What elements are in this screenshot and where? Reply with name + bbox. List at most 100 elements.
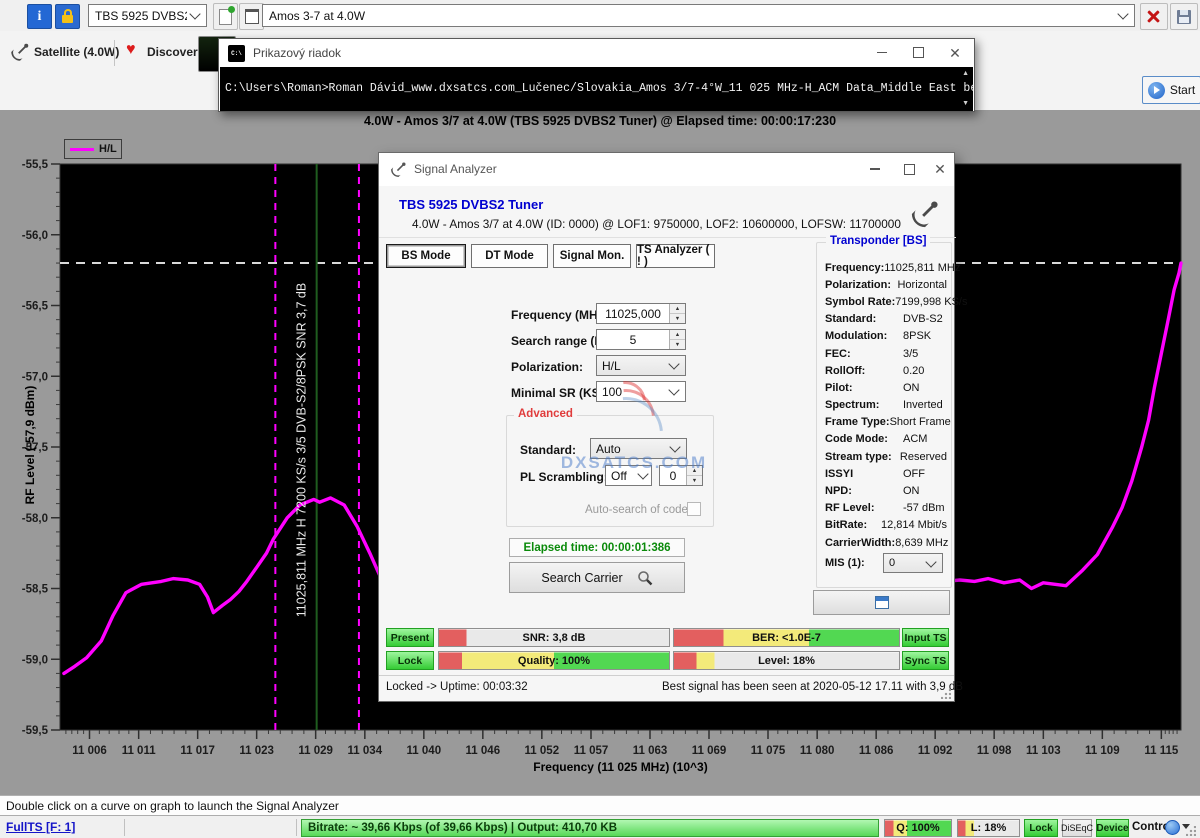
svg-text:11 040: 11 040 [407,745,442,757]
floppy-icon [1177,10,1191,24]
tab-ts-analyzer[interactable]: TS Analyzer ( ! ) [636,244,715,268]
tab-bs-mode[interactable]: BS Mode [386,244,466,268]
window-button[interactable] [239,3,264,30]
input-ts-button[interactable]: Input TS [902,628,949,647]
mis-value: 0 [884,557,923,569]
svg-text:11 052: 11 052 [525,745,560,757]
transponder-row: Code Mode:ACM [825,431,947,448]
svg-text:11 057: 11 057 [574,745,609,757]
channel-combo-value: Amos 3-7 at 4.0W [269,9,1115,23]
record-button[interactable] [813,590,950,615]
divider [379,675,954,676]
mis-select[interactable]: 0 [883,553,943,573]
spinner-arrows-icon[interactable]: ▲▼ [669,330,685,349]
transponder-row: Symbol Rate:7199,998 KS/s [825,293,947,310]
cmd-window-title: Prikazový riadok [253,46,341,60]
snr-bar: SNR: 3,8 dB [438,628,670,647]
search-range-value: 5 [597,333,669,347]
fullts-link[interactable]: FullTS [F: 1] [6,820,75,834]
transponder-title: Transponder [BS] [826,235,930,247]
polarization-select[interactable]: H/L [596,355,686,376]
start-button[interactable]: Start [1142,76,1200,104]
tuner-select[interactable]: TBS 5925 DVBS2 Tuner [88,4,207,27]
close-button[interactable]: ✕ [936,39,974,66]
minimize-button[interactable] [857,153,893,185]
satellite-tab-label[interactable]: Satellite (4.0W) [34,45,119,59]
resize-grip[interactable] [941,689,951,699]
new-document-icon [219,9,232,25]
info-icon[interactable]: i [27,4,52,29]
delete-button[interactable] [1140,3,1168,30]
maximize-button[interactable] [891,153,927,185]
polarization-label: Polarization: [511,360,583,374]
search-carrier-button[interactable]: Search Carrier [509,562,685,593]
quality-mini-text: Q: 100% [896,822,939,834]
cmd-console[interactable]: C:\Users\Roman>Roman Dávid_www.dxsatcs.c… [220,67,973,111]
mis-label: MIS (1): [825,557,865,569]
app-statusbar: FullTS [F: 1] Bitrate: ~ 39,66 Kbps (of … [0,815,1200,838]
search-carrier-label: Search Carrier [541,571,622,585]
svg-text:11 029: 11 029 [298,745,333,757]
dialog-status-right: Best signal has been seen at 2020-05-12 … [662,681,963,693]
input-ts-label: Input TS [905,632,947,644]
svg-text:11 023: 11 023 [239,745,274,757]
svg-text:11 109: 11 109 [1085,745,1120,757]
lock-icon[interactable] [55,4,80,29]
spinner-arrows-icon[interactable]: ▲▼ [669,304,685,323]
elapsed-time-bar: Elapsed time: 00:00:01:386 [509,538,685,557]
autosearch-checkbox[interactable] [687,502,701,516]
dialog-titlebar[interactable]: Signal Analyzer ✕ [379,153,954,186]
resize-grip[interactable] [1186,826,1196,836]
maximize-button[interactable] [900,39,936,66]
dish-logo-icon [910,197,940,231]
ber-bar: BER: <1.0E-7 [673,628,900,647]
save-button[interactable] [1170,3,1198,30]
x-axis-title: Frequency (11 025 MHz) (10^3) [60,760,1181,774]
svg-text:11 075: 11 075 [751,745,786,757]
cmd-titlebar[interactable]: C:\ Prikazový riadok ✕ [219,39,974,67]
toolbar-divider [114,40,115,66]
scroll-up-icon[interactable]: ▲ [962,70,969,77]
frequency-input[interactable]: 11025,000 ▲▼ [596,303,686,324]
start-button-label: Start [1170,83,1195,97]
device-label: Device [1096,823,1128,834]
magnifier-icon [637,570,653,586]
advanced-title: Advanced [514,408,577,420]
scroll-down-icon[interactable]: ▼ [962,100,969,107]
tuner-select-value: TBS 5925 DVBS2 Tuner [95,9,187,23]
svg-text:-56,0: -56,0 [22,230,48,242]
minimize-button[interactable] [864,39,900,66]
transponder-row: RF Level:-57 dBm [825,500,947,517]
new-document-button[interactable] [213,3,238,30]
transponder-row: CarrierWidth:8,639 MHz [825,534,947,551]
tab-dt-mode[interactable]: DT Mode [471,244,548,268]
ts-list-icon [875,596,889,609]
level-mini-text: L: 18% [971,822,1006,834]
sync-ts-button[interactable]: Sync TS [902,651,949,670]
svg-text:-58,5: -58,5 [22,584,49,596]
diseqc-button[interactable]: DiSEqC [1062,819,1092,837]
main-toolbar: i TBS 5925 DVBS2 Tuner Amos 3-7 at 4.0W [0,0,1200,32]
chevron-down-icon [669,441,680,452]
svg-text:11 098: 11 098 [977,745,1012,757]
lock-label: Lock [398,655,423,667]
lock-indicator: Lock [386,651,434,670]
quality-bar-text: Quality: 100% [518,655,590,667]
chevron-down-icon [189,8,200,19]
transponder-groupbox: Transponder [BS] Frequency:11025,811 MHz… [816,242,952,588]
quality-bar: Quality: 100% [438,651,670,670]
close-button[interactable]: ✕ [925,153,955,185]
search-range-input[interactable]: 5 ▲▼ [596,329,686,350]
transponder-row: Modulation:8PSK [825,328,947,345]
channel-combo[interactable]: Amos 3-7 at 4.0W [262,4,1135,27]
control-device-icon[interactable] [1165,820,1180,835]
tab-signal-mon[interactable]: Signal Mon. [553,244,631,268]
signal-analyzer-dialog: Signal Analyzer ✕ TBS 5925 DVBS2 Tuner 4… [378,152,955,702]
command-prompt-window: C:\ Prikazový riadok ✕ C:\Users\Roman>Ro… [218,38,975,112]
svg-text:11 080: 11 080 [800,745,835,757]
hint-bar: Double click on a curve on graph to laun… [0,795,1200,815]
sync-ts-label: Sync TS [905,655,946,667]
device-button[interactable]: Device [1096,819,1129,837]
lock-status-button[interactable]: Lock [1024,819,1058,837]
bitrate-text: Bitrate: ~ 39,66 Kbps (of 39,66 Kbps) | … [302,822,617,834]
